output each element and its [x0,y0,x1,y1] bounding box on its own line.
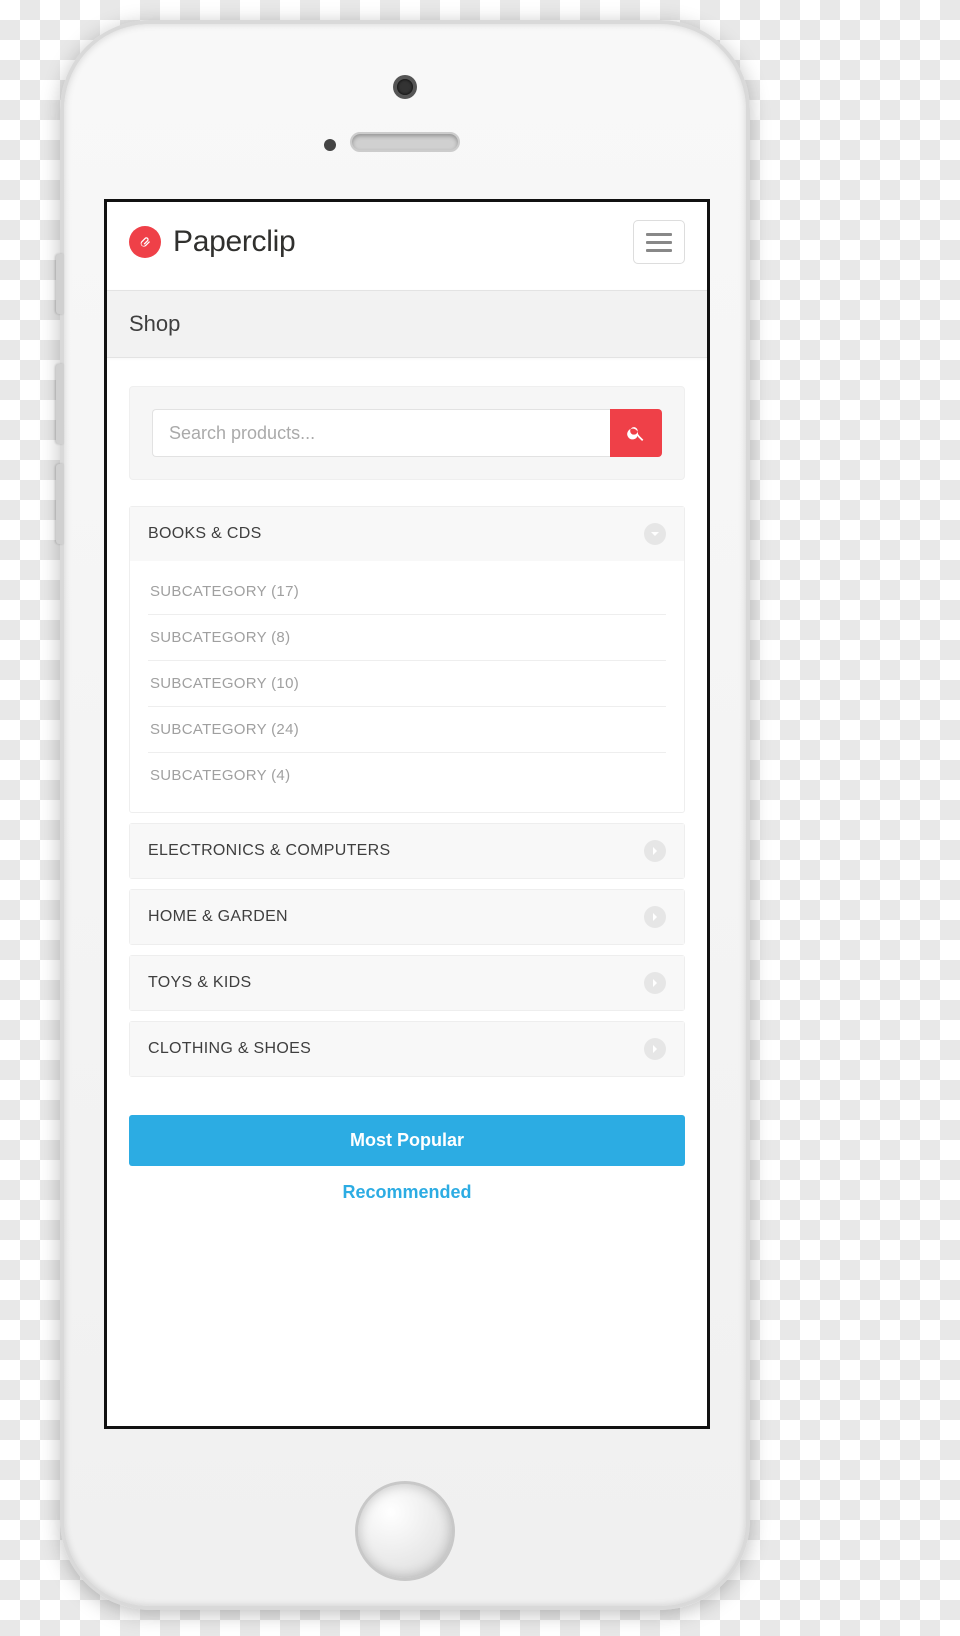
category-list: BOOKS & CDS SUBCATEGORY (17) SUBCATEGORY… [129,506,685,1077]
search-button[interactable] [610,409,662,457]
chevron-right-icon [644,1038,666,1060]
subcategory-item[interactable]: SUBCATEGORY (24) [148,707,666,753]
category-header[interactable]: BOOKS & CDS [130,507,684,561]
category-label: TOYS & KIDS [148,974,251,992]
category-clothing-shoes: CLOTHING & SHOES [129,1021,685,1077]
subcategory-item[interactable]: SUBCATEGORY (17) [148,569,666,615]
page-title: Shop [129,311,685,337]
phone-speaker [350,132,460,152]
category-label: ELECTRONICS & COMPUTERS [148,842,391,860]
category-home-garden: HOME & GARDEN [129,889,685,945]
subcategory-item[interactable]: SUBCATEGORY (8) [148,615,666,661]
tab-most-popular[interactable]: Most Popular [129,1115,685,1166]
category-header[interactable]: HOME & GARDEN [130,890,684,944]
search-icon [626,423,646,443]
hamburger-icon [646,233,672,236]
content: BOOKS & CDS SUBCATEGORY (17) SUBCATEGORY… [107,358,707,1087]
paperclip-icon [129,226,161,258]
menu-button[interactable] [633,220,685,264]
category-toys-kids: TOYS & KIDS [129,955,685,1011]
category-label: CLOTHING & SHOES [148,1040,311,1058]
page-title-bar: Shop [107,290,707,358]
logo[interactable]: Paperclip [129,225,295,259]
app-screen: Paperclip Shop [104,199,710,1429]
phone-mute-switch [56,254,64,314]
subcategory-item[interactable]: SUBCATEGORY (4) [148,753,666,798]
subcategory-list: SUBCATEGORY (17) SUBCATEGORY (8) SUBCATE… [130,561,684,812]
category-header[interactable]: TOYS & KIDS [130,956,684,1010]
subcategory-item[interactable]: SUBCATEGORY (10) [148,661,666,707]
phone-camera [397,79,413,95]
category-electronics-computers: ELECTRONICS & COMPUTERS [129,823,685,879]
chevron-right-icon [644,840,666,862]
chevron-down-icon [644,523,666,545]
phone-home-button[interactable] [355,1481,455,1581]
app-name: Paperclip [173,225,295,259]
category-header[interactable]: CLOTHING & SHOES [130,1022,684,1076]
phone-volume-down [56,464,64,544]
phone-sensor [324,139,336,151]
phone-volume-up [56,364,64,444]
category-label: HOME & GARDEN [148,908,288,926]
tabs: Most Popular Recommended [107,1115,707,1211]
tab-recommended[interactable]: Recommended [129,1166,685,1211]
app-header: Paperclip [107,202,707,290]
search-card [129,386,685,480]
chevron-right-icon [644,906,666,928]
category-header[interactable]: ELECTRONICS & COMPUTERS [130,824,684,878]
category-label: BOOKS & CDS [148,525,262,543]
search-input[interactable] [152,409,610,457]
category-books-cds: BOOKS & CDS SUBCATEGORY (17) SUBCATEGORY… [129,506,685,813]
phone-frame: Paperclip Shop [60,20,750,1610]
chevron-right-icon [644,972,666,994]
